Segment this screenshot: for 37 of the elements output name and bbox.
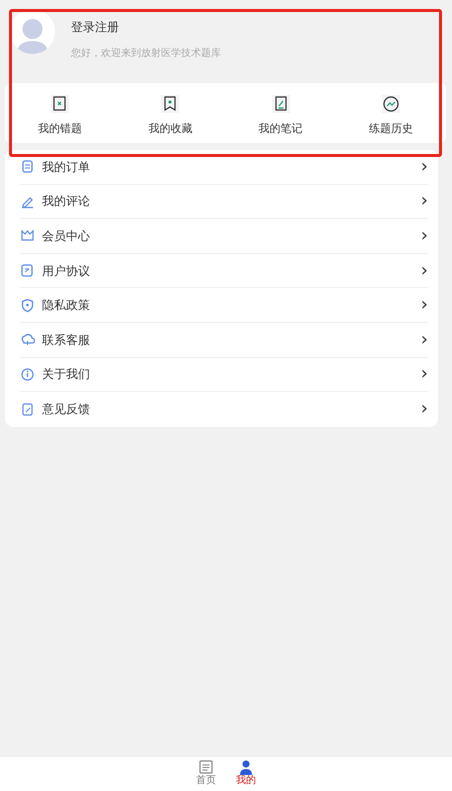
tab-item[interactable]: 我的: [236, 757, 256, 791]
chevron-icon: ›: [420, 226, 428, 245]
login-register-link[interactable]: 登录注册: [71, 18, 221, 36]
notebook-icon: [51, 95, 70, 113]
menu-item[interactable]: 会员中心 ›: [20, 219, 428, 254]
menu-item[interactable]: 我的订单 ›: [20, 150, 428, 185]
menu-item[interactable]: 隐私政策 ›: [20, 288, 428, 323]
chevron-icon: ›: [420, 400, 428, 418]
feedback-icon: [20, 402, 35, 417]
menu-item[interactable]: 用户协议 ›: [20, 254, 428, 288]
shortcut-button[interactable]: 练题历史: [336, 83, 446, 143]
menu-item[interactable]: 联系客服 ›: [20, 322, 428, 358]
person-icon: [238, 759, 254, 775]
bookmark-icon: [161, 95, 180, 113]
shortcut-button[interactable]: 我的错题: [5, 83, 116, 143]
chevron-icon: ›: [420, 262, 428, 280]
chevron-icon: ›: [420, 192, 428, 210]
document-icon: [20, 159, 35, 174]
shield-icon: [20, 298, 35, 313]
chevron-icon: ›: [420, 330, 428, 349]
shortcut-button[interactable]: 我的收藏: [115, 83, 226, 143]
crown-icon: [20, 228, 35, 244]
shortcut-button[interactable]: 我的笔记: [226, 83, 336, 143]
tab-item[interactable]: 首页: [196, 757, 216, 791]
menu-item[interactable]: 我的评论 ›: [20, 184, 428, 220]
chevron-icon: ›: [420, 158, 428, 176]
cloud-icon: [20, 332, 35, 348]
chevron-icon: ›: [420, 296, 428, 314]
note-icon: [272, 95, 290, 113]
trend-icon: [382, 95, 400, 113]
menu-item[interactable]: 关于我们 ›: [20, 358, 428, 392]
menu-item[interactable]: 意见反馈 ›: [20, 392, 428, 427]
chevron-icon: ›: [420, 365, 428, 384]
newspaper-icon: [198, 759, 214, 775]
edit-document-icon: [20, 263, 35, 278]
info-icon: [20, 366, 35, 382]
welcome-text: 您好，欢迎来到放射医学技术题库: [71, 46, 221, 61]
